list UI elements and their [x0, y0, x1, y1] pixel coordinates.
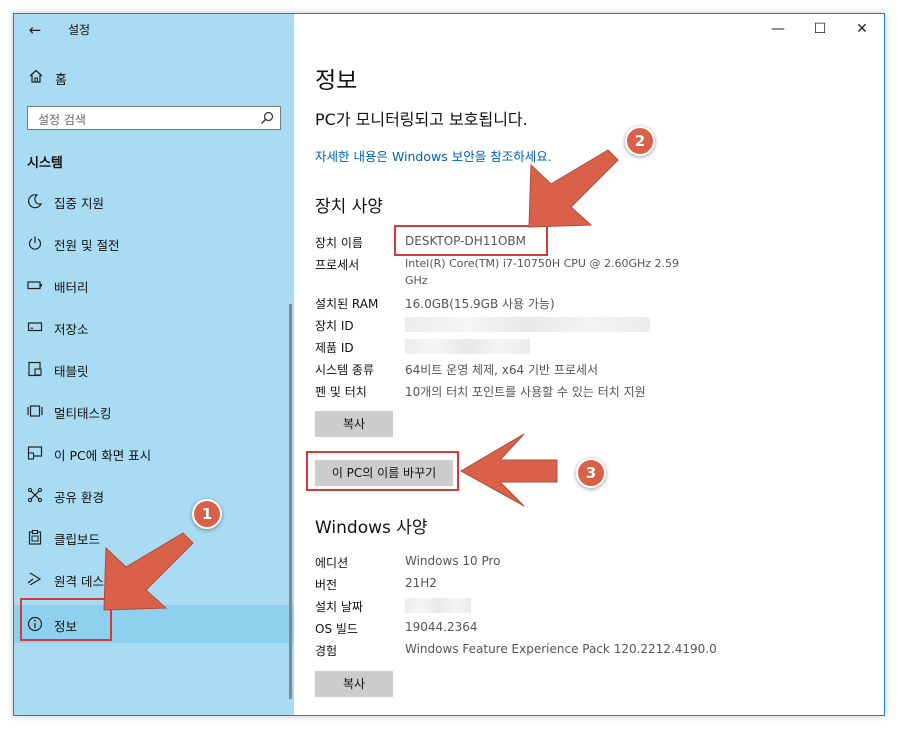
- sidebar-item-home[interactable]: 홈: [14, 66, 294, 90]
- spec-label: 설치된 RAM: [315, 297, 379, 311]
- copy-windows-spec-button[interactable]: 복사: [315, 671, 393, 697]
- sidebar-item-label: 태블릿: [54, 364, 89, 379]
- windows-spec-heading: Windows 사양: [315, 518, 428, 538]
- spec-label: 제품 ID: [315, 341, 354, 355]
- moon-icon: [28, 194, 43, 209]
- spec-label: 버전: [315, 578, 338, 592]
- sidebar: ← 설정 홈 설정 검색 시스템 집중 지원 전원 및 절전 배터리 저장소 태…: [14, 14, 294, 715]
- settings-window: ← 설정 홈 설정 검색 시스템 집중 지원 전원 및 절전 배터리 저장소 태…: [13, 13, 885, 716]
- app-title: 설정: [68, 23, 91, 37]
- sidebar-section-title: 시스템: [27, 156, 63, 171]
- sidebar-item-label: 저장소: [54, 322, 89, 337]
- main-content: — ☐ ✕ 정보 PC가 모니터링되고 보호됩니다. 자세한 내용은 Windo…: [294, 14, 884, 715]
- page-title: 정보: [315, 68, 358, 94]
- search-input[interactable]: 설정 검색: [27, 106, 281, 130]
- search-placeholder: 설정 검색: [38, 113, 86, 127]
- device-id-value-blurred: [405, 317, 650, 332]
- spec-label: 장치 이름: [315, 236, 363, 250]
- sidebar-item-remote-desktop[interactable]: 원격 데스: [14, 563, 294, 595]
- os-build-value: 19044.2364: [405, 620, 478, 634]
- sidebar-item-label: 클립보드: [54, 532, 101, 547]
- sidebar-item-label: 전원 및 절전: [54, 238, 120, 253]
- sidebar-item-battery[interactable]: 배터리: [14, 269, 294, 301]
- sidebar-scrollbar[interactable]: [289, 304, 292, 699]
- back-button[interactable]: ←: [22, 18, 48, 42]
- edition-value: Windows 10 Pro: [405, 554, 501, 568]
- info-icon: [27, 616, 43, 632]
- sidebar-item-label: 홈: [55, 73, 67, 88]
- sidebar-item-tablet[interactable]: 태블릿: [14, 353, 294, 385]
- sidebar-item-label: 배터리: [54, 280, 89, 295]
- sidebar-item-project-to-pc[interactable]: 이 PC에 화면 표시: [14, 437, 294, 469]
- sidebar-item-label: 멀티태스킹: [54, 406, 112, 421]
- sidebar-item-clipboard[interactable]: 클립보드: [14, 521, 294, 553]
- search-icon: [261, 111, 274, 124]
- system-type-value: 64비트 운영 체제, x64 기반 프로세서: [405, 363, 599, 377]
- spec-label: 에디션: [315, 556, 349, 570]
- sidebar-item-shared-experiences[interactable]: 공유 환경: [14, 479, 294, 511]
- spec-label: 펜 및 터치: [315, 385, 367, 399]
- project-icon: [27, 446, 43, 460]
- sidebar-item-power[interactable]: 전원 및 절전: [14, 227, 294, 259]
- tablet-icon: [28, 361, 42, 377]
- storage-icon: [27, 322, 43, 332]
- rename-pc-button[interactable]: 이 PC의 이름 바꾸기: [315, 460, 453, 486]
- multitasking-icon: [27, 405, 43, 417]
- spec-label: 프로세서: [315, 258, 360, 272]
- spec-label: 경험: [315, 644, 338, 658]
- maximize-button[interactable]: ☐: [800, 16, 840, 42]
- close-button[interactable]: ✕: [842, 16, 882, 42]
- version-value: 21H2: [405, 576, 437, 590]
- processor-value: Intel(R) Core(TM) i7-10750H CPU @ 2.60GH…: [405, 257, 680, 270]
- sidebar-item-label: 원격 데스: [54, 574, 104, 589]
- spec-label: OS 빌드: [315, 622, 358, 636]
- sidebar-item-label: 이 PC에 화면 표시: [54, 448, 152, 463]
- battery-icon: [27, 281, 42, 290]
- sidebar-item-focus-assist[interactable]: 집중 지원: [14, 185, 294, 217]
- sidebar-item-label: 집중 지원: [54, 196, 104, 211]
- share-icon: [27, 487, 43, 503]
- clipboard-icon: [28, 529, 42, 545]
- install-date-value-blurred: [405, 598, 471, 613]
- copy-device-spec-button[interactable]: 복사: [315, 411, 393, 437]
- spec-label: 설치 날짜: [315, 600, 363, 614]
- power-icon: [28, 236, 42, 250]
- spec-label: 장치 ID: [315, 319, 354, 333]
- sidebar-item-label: 정보: [54, 619, 78, 634]
- device-spec-heading: 장치 사양: [315, 197, 383, 217]
- windows-security-link[interactable]: 자세한 내용은 Windows 보안을 참조하세요.: [315, 146, 552, 165]
- product-id-value-blurred: [405, 339, 530, 354]
- minimize-button[interactable]: —: [758, 16, 798, 42]
- processor-value-cont: GHz: [405, 274, 428, 287]
- protection-status: PC가 모니터링되고 보호됩니다.: [315, 110, 528, 129]
- home-icon: [29, 69, 43, 83]
- experience-value: Windows Feature Experience Pack 120.2212…: [405, 642, 717, 656]
- sidebar-item-storage[interactable]: 저장소: [14, 311, 294, 343]
- pen-touch-value: 10개의 터치 포인트를 사용할 수 있는 터치 지원: [405, 385, 646, 399]
- sidebar-item-label: 공유 환경: [54, 490, 104, 505]
- sidebar-item-multitasking[interactable]: 멀티태스킹: [14, 395, 294, 427]
- spec-label: 시스템 종류: [315, 363, 375, 377]
- device-name-value: DESKTOP-DH11OBM: [405, 234, 527, 248]
- sidebar-item-about[interactable]: 정보: [14, 605, 294, 643]
- remote-desktop-icon: [27, 572, 42, 586]
- ram-value: 16.0GB(15.9GB 사용 가능): [405, 297, 555, 311]
